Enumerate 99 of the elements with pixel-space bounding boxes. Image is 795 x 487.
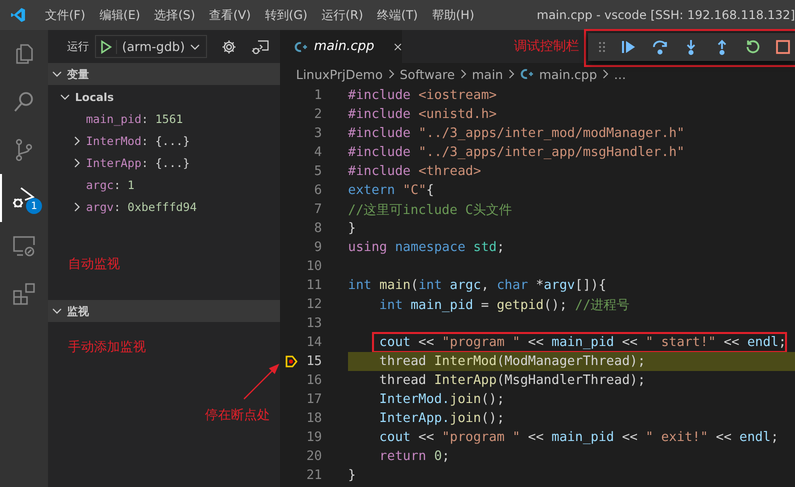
code-line: } [348,468,356,483]
line-number: 19 [305,430,322,445]
app-logo-icon [10,7,26,23]
debug-icon [12,186,36,210]
line-number: 3 [313,126,322,141]
code-line: cout << "program " << main_pid << " exit!" << endl; [378,430,779,445]
chevron-right-icon [73,202,81,212]
extensions-icon [12,282,36,306]
run-label: 运行 [67,39,89,54]
code-line: #include <thread> [348,164,482,179]
variable-row[interactable]: argv: 0xbefffd94 [48,196,280,218]
cpp-file-icon [520,68,534,80]
chevron-icon [52,306,62,316]
breadcrumb-item[interactable]: LinuxPrjDemo [296,66,383,82]
line-number: 20 [305,449,322,464]
continue-icon[interactable] [621,39,637,55]
cpp-file-icon [294,40,308,52]
code-line: #include "../3_apps/inter_mod/modManager.h" [348,126,685,141]
chevron-right-icon [602,69,610,79]
menu-item[interactable]: 运行(R) [321,6,364,24]
code-line: cout << "program " << main_pid << " start!" << endl; [378,335,786,350]
stop-icon[interactable] [776,40,790,54]
breadcrumb-item[interactable]: main [472,66,504,82]
menu-item[interactable]: 编辑(E) [99,6,140,24]
line-number: 17 [305,392,322,407]
chevron-down-icon [190,42,200,50]
line-number: 5 [313,164,322,179]
annotation-text: 调试控制栏 [514,38,579,55]
breadcrumb-item[interactable]: main.cpp [539,66,598,82]
scope-row[interactable]: Locals [48,86,280,108]
code-line: thread InterMod(ModManagerThread); [378,354,646,369]
line-number: 8 [313,221,322,236]
line-number: 18 [305,411,322,426]
code-line: int main(int argc, char *argv[]){ [348,278,606,293]
monitor-icon [12,234,36,258]
settings-icon[interactable] [220,38,237,54]
line-number: 2 [313,107,322,122]
line-number: 4 [313,145,322,160]
code-line: //这里可include C头文件 [348,202,512,218]
annotation-text: 自动监视 [67,256,121,273]
line-number: 11 [305,278,322,293]
menu-item[interactable]: 查看(V) [209,6,251,24]
variable-row[interactable]: argc: 1 [48,174,280,196]
menu-item[interactable]: 文件(F) [45,6,86,24]
section-header[interactable]: 监视 [48,300,280,322]
menu-item[interactable]: 终端(T) [377,6,418,24]
code-line: int main_pid = getpid(); //进程号 [378,296,630,314]
variable-row[interactable]: InterMod: {...} [48,130,280,152]
annotation-text: 手动添加监视 [67,339,147,356]
code-line: InterApp.join(); [378,411,505,426]
breakpoint-marker-icon[interactable] [285,355,298,368]
chevron-right-icon [460,69,467,79]
line-number: 12 [305,297,322,312]
section-header[interactable]: 变量 [48,63,280,85]
breadcrumb-item[interactable]: ... [614,66,626,82]
line-number: 14 [305,335,322,350]
code-line: #include "../3_apps/inter_app/msgHandler.h" [348,145,685,160]
code-line: return 0; [378,449,450,464]
annotation-arrow [242,363,280,401]
chevron-right-icon [73,158,81,168]
variable-row[interactable]: InterApp: {...} [48,152,280,174]
line-number: 1 [313,88,322,103]
code-line: #include <unistd.h> [348,107,497,122]
code-line: thread InterApp(MsgHandlerThread); [378,373,646,388]
line-number: 16 [305,373,322,388]
line-number: 21 [305,468,322,483]
play-icon [100,40,117,54]
restart-icon[interactable] [745,39,761,55]
annotation-text: 停在断点处 [205,407,270,424]
menu-item[interactable]: 选择(S) [154,6,196,24]
variable-row[interactable]: main_pid: 1561 [48,108,280,130]
line-number: 7 [313,202,322,217]
notification-badge: 1 [26,198,42,214]
drag-handle-icon[interactable] [598,41,606,53]
step-over-icon[interactable] [652,39,668,55]
code-line: using namespace std; [348,240,505,255]
line-number: 10 [305,259,322,274]
code-line: } [348,221,356,236]
chevron-right-icon [73,136,81,146]
chevron-right-icon [388,69,395,79]
menu-item[interactable]: 帮助(H) [432,6,474,24]
close-icon[interactable] [394,42,402,52]
code-line: #include <iostream> [348,88,497,103]
code-line: extern "C"{ [348,183,434,198]
breadcrumb-item[interactable]: Software [400,66,455,82]
launch-config-dropdown[interactable]: (arm-gdb) [95,35,207,58]
line-number: 6 [313,183,322,198]
chevron-icon [52,69,62,79]
chevron-icon [60,92,70,102]
window-title: main.cpp - vscode [SSH: 192.168.118.132] [536,8,795,22]
chevron-right-icon [508,69,516,79]
line-number: 13 [305,316,322,331]
line-number: 9 [313,240,322,255]
line-number: 15 [305,354,322,369]
menu-item[interactable]: 转到(G) [264,6,308,24]
editor-tab[interactable]: main.cpp [280,30,402,63]
debug-console-icon[interactable] [250,38,269,54]
search-icon [12,90,36,114]
code-line: InterMod.join(); [378,392,505,407]
